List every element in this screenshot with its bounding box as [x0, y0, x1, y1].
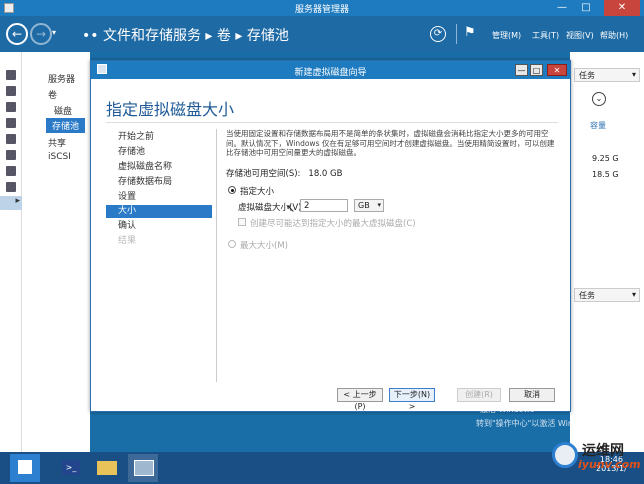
activate-windows-title: 激活 Windows — [480, 405, 535, 414]
storage-nav: 服务器 卷 磁盘 存储池 共享 iSCSI — [22, 52, 90, 452]
toolbar-divider — [456, 24, 457, 44]
next-button[interactable]: 下一步(N) > — [389, 388, 435, 411]
activate-windows-text: 转到"操作中心"以激活 Windows。 — [476, 419, 602, 428]
capacity-value-1: 9.25 G — [592, 154, 619, 163]
window-title: 服务器管理器 — [294, 5, 349, 15]
max-size-label[interactable]: 最大大小(M) — [240, 239, 288, 251]
unit-select[interactable]: GB ▾ — [354, 199, 384, 212]
step-results: 结果 — [118, 236, 137, 246]
steps-divider — [216, 129, 217, 382]
menu-view[interactable]: 视图(V) — [566, 30, 594, 41]
dialog-maximize-button[interactable]: □ — [530, 64, 543, 76]
step-layout[interactable]: 存储数据布局 — [106, 176, 212, 189]
nav-item-servers[interactable]: 服务器 — [48, 72, 75, 85]
tasks-dropdown-2[interactable]: 任务 — [574, 288, 640, 302]
logo-icon — [552, 442, 578, 468]
minimize-button[interactable]: — — [552, 0, 572, 16]
expand-icon[interactable]: ⌄ — [592, 92, 606, 106]
wizard-steps: 开始之前 存储池 虚拟磁盘名称 存储数据布局 设置 大小 确认 结果 — [106, 129, 212, 349]
server-manager-icon[interactable] — [128, 454, 158, 482]
iis-icon[interactable] — [6, 166, 16, 176]
logo-text: 运维网 — [582, 443, 624, 459]
nav-item-shares[interactable]: 共享 — [48, 136, 66, 149]
window-titlebar: 服务器管理器 — □ ✕ — [0, 0, 644, 16]
size-description: 当使用固定设置和存储数据布局用不是简单的条状集时，虚拟磁盘会消耗比指定大小更多的… — [226, 129, 555, 157]
menu-tools[interactable]: 工具(T) — [532, 30, 559, 41]
create-button[interactable]: 创建(R) — [457, 388, 501, 402]
ad-icon[interactable] — [6, 118, 16, 128]
step-before-you-begin[interactable]: 开始之前 — [106, 131, 212, 144]
capacity-header[interactable]: 容量 — [590, 120, 606, 131]
chevron-down-icon: ▾ — [377, 201, 381, 209]
page-title: 指定虚拟磁盘大小 — [106, 100, 235, 119]
dialog-close-button[interactable]: ✕ — [547, 64, 567, 76]
available-space-label: 存储池可用空间(S): — [226, 169, 301, 179]
tasks-dropdown[interactable]: 任务 — [574, 68, 640, 82]
history-dropdown-icon[interactable]: ▾ — [52, 28, 56, 37]
available-space: 存储池可用空间(S): 18.0 GB — [226, 167, 342, 179]
icon-rail — [0, 52, 22, 452]
step-disk-name[interactable]: 虚拟磁盘名称 — [106, 161, 212, 174]
step-provisioning[interactable]: 设置 — [106, 191, 212, 204]
mouse-cursor-icon: ↖ — [286, 202, 296, 215]
notifications-flag-icon[interactable]: ⚑ — [464, 25, 476, 40]
file-explorer-icon[interactable] — [92, 454, 122, 482]
max-size-radio[interactable] — [228, 240, 236, 248]
close-button[interactable]: ✕ — [604, 0, 640, 16]
all-servers-icon[interactable] — [6, 102, 16, 112]
remote-icon[interactable] — [6, 182, 16, 192]
hyperv-icon[interactable] — [6, 150, 16, 160]
capacity-value-2: 18.5 G — [592, 170, 619, 179]
dns-icon[interactable] — [6, 134, 16, 144]
dialog-minimize-button[interactable]: — — [515, 64, 528, 76]
specify-size-radio[interactable] — [228, 186, 236, 194]
nav-item-volumes[interactable]: 卷 — [48, 88, 57, 101]
menu-manage[interactable]: 管理(M) — [492, 30, 521, 41]
nav-item-storage-pools[interactable]: 存储池 — [46, 118, 86, 133]
file-storage-icon[interactable] — [0, 196, 22, 210]
new-virtual-disk-wizard: 新建虚拟磁盘向导 — □ ✕ 指定虚拟磁盘大小 开始之前 存储池 虚拟磁盘名称 … — [90, 60, 571, 412]
background-content: 任务 ⌄ 容量 9.25 G 18.5 G 任务 — [570, 52, 644, 452]
available-space-value: 18.0 GB — [308, 169, 343, 179]
local-server-icon[interactable] — [6, 86, 16, 96]
dashboard-icon[interactable] — [6, 70, 16, 80]
unit-value: GB — [358, 201, 370, 210]
breadcrumb[interactable]: •• 文件和存储服务 ▸ 卷 ▸ 存储池 — [82, 25, 289, 45]
nav-item-disks[interactable]: 磁盘 — [54, 104, 72, 117]
dialog-titlebar: 新建虚拟磁盘向导 — □ ✕ — [91, 61, 570, 79]
dialog-title: 新建虚拟磁盘向导 — [294, 68, 367, 78]
forward-button[interactable]: → — [30, 23, 52, 45]
nav-item-iscsi[interactable]: iSCSI — [48, 152, 71, 162]
step-storage-pool[interactable]: 存储池 — [106, 146, 212, 159]
heading-divider — [106, 122, 558, 123]
step-confirmation[interactable]: 确认 — [106, 220, 212, 233]
step-size[interactable]: 大小 — [106, 205, 212, 218]
cancel-button[interactable]: 取消 — [509, 388, 555, 402]
start-button[interactable] — [10, 454, 40, 482]
previous-button[interactable]: < 上一步(P) — [337, 388, 383, 411]
logo-url: iyunv.com — [578, 458, 641, 471]
watermark-logo: 运维网 iyunv.com — [548, 438, 644, 484]
maximize-button[interactable]: □ — [576, 0, 596, 16]
refresh-icon[interactable]: ⟳ — [430, 26, 446, 42]
powershell-icon[interactable] — [56, 454, 86, 482]
max-size-checkbox[interactable] — [238, 218, 246, 226]
back-button[interactable]: ← — [6, 23, 28, 45]
address-bar: ← → ▾ •• 文件和存储服务 ▸ 卷 ▸ 存储池 ⟳ ⚑ 管理(M) 工具(… — [0, 16, 644, 52]
size-input[interactable]: 2 — [300, 199, 348, 212]
specify-size-label[interactable]: 指定大小 — [240, 185, 274, 197]
max-size-checkbox-label[interactable]: 创建尽可能达到指定大小的最大虚拟磁盘(C) — [250, 217, 416, 229]
menu-help[interactable]: 帮助(H) — [600, 30, 628, 41]
